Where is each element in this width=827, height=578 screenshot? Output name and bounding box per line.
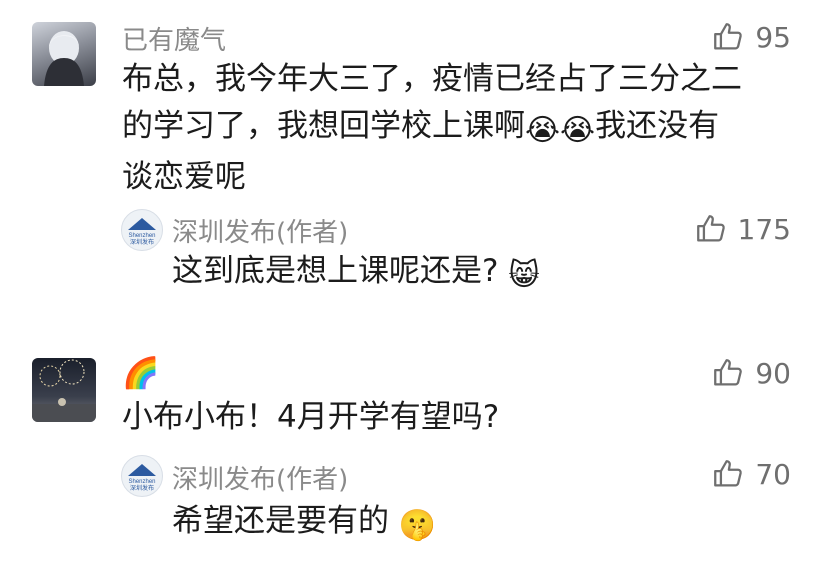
reply-text: 这到底是想上课呢还是? 😸 <box>172 253 540 293</box>
username[interactable]: 🌈 <box>122 356 159 391</box>
cat-emoji: 😸 <box>508 258 540 293</box>
like-button[interactable]: 175 <box>694 212 791 246</box>
comment-text-line: 布总，我今年大三了，疫情已经占了三分之二 <box>122 61 742 97</box>
user-avatar[interactable] <box>32 22 96 86</box>
like-button[interactable]: 90 <box>711 356 791 390</box>
thumbs-up-icon <box>714 23 743 50</box>
user-avatar[interactable] <box>32 358 96 422</box>
author-avatar[interactable]: Shenzhen 深圳发布 <box>121 455 163 497</box>
thumbs-up-icon <box>714 460 743 487</box>
comment-text: 布总，我今年大三了，疫情已经占了三分之二 的学习了，我想回学校上课啊😭😭我还没有… <box>122 56 812 201</box>
thumbs-up-icon <box>714 359 743 386</box>
like-button[interactable]: 70 <box>711 457 791 491</box>
author-avatar[interactable]: Shenzhen 深圳发布 <box>121 209 163 251</box>
like-count: 175 <box>737 212 791 246</box>
svg-text:深圳发布: 深圳发布 <box>130 484 154 492</box>
like-count: 90 <box>755 356 791 390</box>
comment-text-line: 谈恋爱呢 <box>122 159 246 195</box>
svg-text:深圳发布: 深圳发布 <box>130 238 154 246</box>
username[interactable]: 已有魔气 <box>122 20 226 57</box>
like-count: 70 <box>755 457 791 491</box>
author-name[interactable]: 深圳发布(作者) <box>172 459 348 496</box>
like-button[interactable]: 95 <box>711 20 791 54</box>
shush-emoji: 🤫 <box>398 508 437 543</box>
like-count: 95 <box>755 20 791 54</box>
crying-emoji: 😭😭 <box>525 113 596 148</box>
comment-text: 小布小布！4月开学有望吗? <box>122 399 500 435</box>
thumbs-up-icon <box>696 215 725 242</box>
reply-text: 希望还是要有的 🤫 <box>172 503 437 543</box>
author-name[interactable]: 深圳发布(作者) <box>172 212 348 249</box>
comment-text-line: 的学习了，我想回学校上课啊😭😭我还没有 <box>122 108 720 148</box>
